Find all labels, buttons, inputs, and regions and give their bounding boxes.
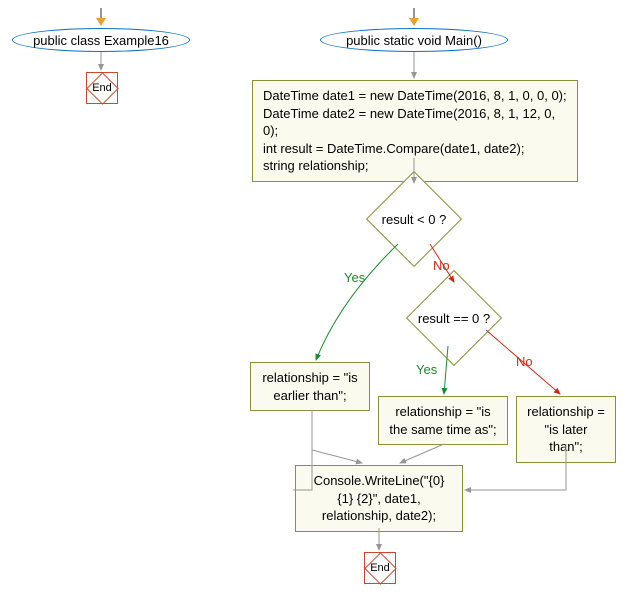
process-line: DateTime date2 = new DateTime(2016, 8, 1…: [263, 105, 567, 140]
edge-label-no: No: [433, 258, 450, 273]
process-output: Console.WriteLine("{0} {1} {2}", date1, …: [295, 465, 463, 532]
edge-label-yes: Yes: [344, 270, 365, 285]
start-node-main-label: public static void Main(): [346, 33, 482, 48]
decision-result-lt0: result < 0 ?: [380, 185, 448, 253]
start-arrow-icon: [409, 18, 419, 26]
process-line: relationship = "is: [389, 403, 497, 421]
decision-result-eq0: result == 0 ?: [420, 284, 488, 352]
process-init: DateTime date1 = new DateTime(2016, 8, 1…: [252, 80, 578, 182]
process-line: Console.WriteLine("{0}: [306, 472, 452, 490]
process-earlier: relationship = "is earlier than";: [250, 362, 370, 411]
process-line: relationship = "is: [261, 369, 359, 387]
process-line: DateTime date1 = new DateTime(2016, 8, 1…: [263, 87, 567, 105]
start-node-class: public class Example16: [12, 28, 190, 52]
edge-label-yes: Yes: [416, 362, 437, 377]
decision-result-eq0-label: result == 0 ?: [406, 284, 501, 352]
start-arrow-icon: [96, 18, 106, 26]
process-line: relationship, date2);: [306, 507, 452, 525]
process-line: "is later than";: [527, 421, 605, 456]
process-line: earlier than";: [261, 387, 359, 405]
start-node-main: public static void Main(): [320, 28, 508, 52]
process-line: relationship =: [527, 403, 605, 421]
edge-label-no: No: [516, 354, 533, 369]
process-later: relationship = "is later than";: [516, 396, 616, 463]
process-same: relationship = "is the same time as";: [378, 396, 508, 445]
end-node-left-label: End: [92, 82, 112, 94]
process-line: int result = DateTime.Compare(date1, dat…: [263, 140, 567, 158]
process-line: the same time as";: [389, 421, 497, 439]
process-line: {1} {2}", date1,: [306, 490, 452, 508]
start-node-class-label: public class Example16: [33, 33, 169, 48]
end-node-right: End: [364, 552, 396, 584]
decision-result-lt0-label: result < 0 ?: [366, 185, 461, 253]
end-node-right-label: End: [370, 562, 390, 574]
end-node-left: End: [86, 72, 118, 104]
